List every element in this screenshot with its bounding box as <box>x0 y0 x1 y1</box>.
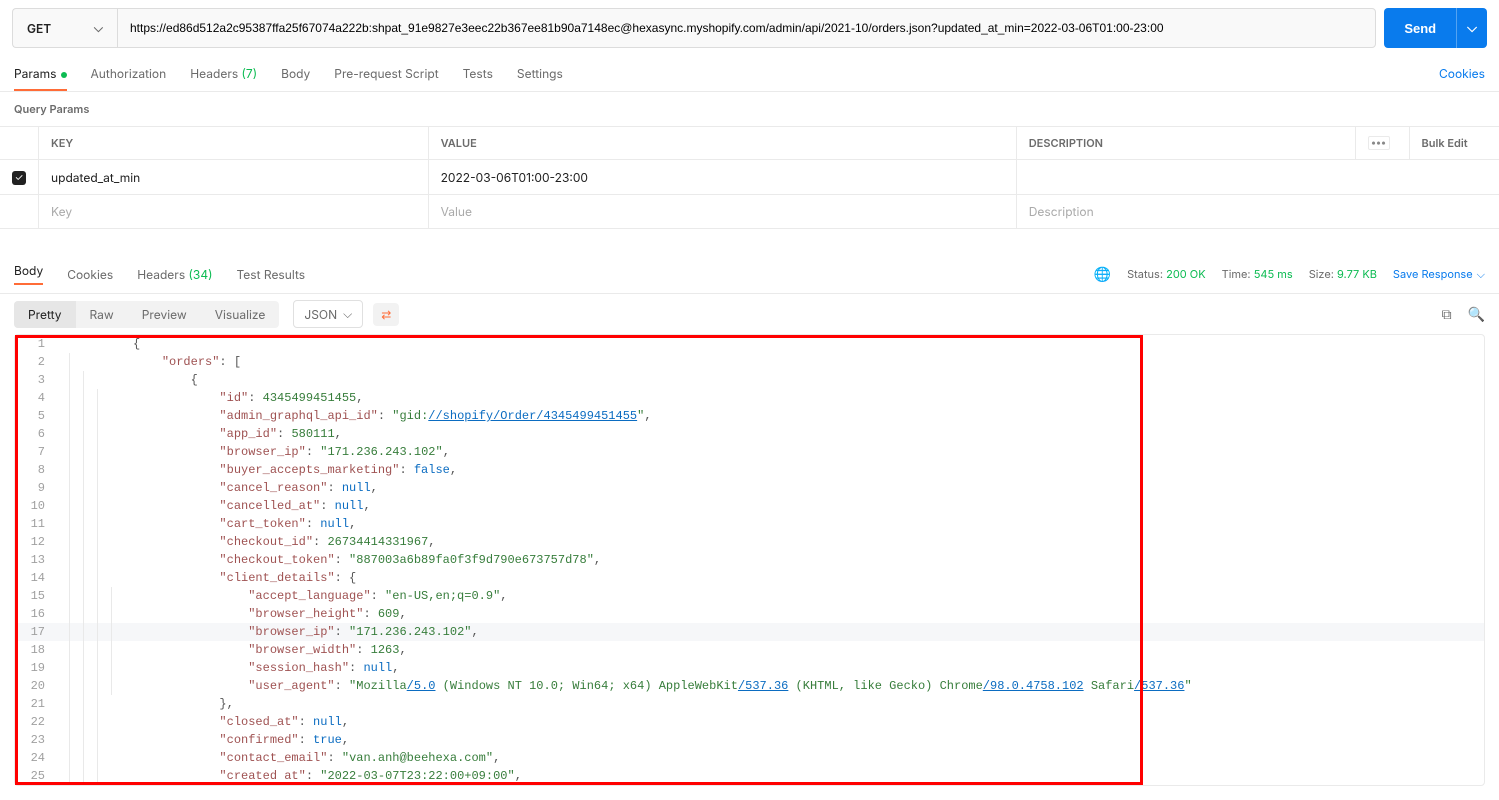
param-checkbox[interactable]: ✓ <box>12 171 26 185</box>
tab-params[interactable]: Params <box>14 56 67 91</box>
param-key[interactable]: updated_at_min <box>39 160 429 195</box>
response-body[interactable]: 1{ 2 "orders": [ 3 { 4 "id": 43454994514… <box>14 334 1485 786</box>
tab-resp-headers[interactable]: Headers (34) <box>137 267 212 282</box>
tab-resp-cookies[interactable]: Cookies <box>67 267 113 282</box>
view-visualize[interactable]: Visualize <box>201 301 280 328</box>
param-desc-ph[interactable]: Description <box>1016 195 1499 229</box>
view-pretty[interactable]: Pretty <box>14 301 76 328</box>
view-preview[interactable]: Preview <box>128 301 201 328</box>
url-input[interactable] <box>117 8 1376 48</box>
viewer-bar: Pretty Raw Preview Visualize JSON ⌵ ⇄ ⧉ … <box>0 294 1499 334</box>
request-tabs: Params Authorization Headers (7) Body Pr… <box>0 56 1499 92</box>
param-row[interactable]: ✓ updated_at_min 2022-03-06T01:00-23:00 <box>0 160 1499 195</box>
response-tabs: Body Cookies Headers (34) Test Results 🌐… <box>0 255 1499 294</box>
col-description: DESCRIPTION <box>1016 127 1355 160</box>
copy-icon[interactable]: ⧉ <box>1442 306 1452 323</box>
col-value: VALUE <box>428 127 1016 160</box>
query-params-title: Query Params <box>0 92 1499 126</box>
param-description[interactable] <box>1016 160 1499 195</box>
param-value-ph[interactable]: Value <box>428 195 1016 229</box>
wrap-lines-icon[interactable]: ⇄ <box>373 303 399 326</box>
param-key-ph[interactable]: Key <box>39 195 429 229</box>
chevron-down-icon[interactable]: ⌵ <box>1456 8 1487 48</box>
tab-tests[interactable]: Tests <box>463 56 493 91</box>
save-response-button[interactable]: Save Response ⌵ <box>1393 267 1485 282</box>
params-active-dot <box>61 72 67 78</box>
tab-prerequest[interactable]: Pre-request Script <box>334 56 438 91</box>
send-label: Send <box>1384 21 1456 36</box>
globe-icon[interactable]: 🌐 <box>1094 266 1111 283</box>
param-row-new[interactable]: Key Value Description <box>0 195 1499 229</box>
tab-resp-tests[interactable]: Test Results <box>236 267 305 282</box>
bulk-edit-button[interactable]: Bulk Edit <box>1409 127 1499 160</box>
size-value: 9.77 KB <box>1337 267 1377 281</box>
more-icon[interactable]: ••• <box>1368 136 1390 150</box>
method-select[interactable]: GET ⌵ <box>12 8 117 48</box>
tab-authorization[interactable]: Authorization <box>91 56 167 91</box>
status-value: 200 OK <box>1166 267 1205 281</box>
query-params-table: KEY VALUE DESCRIPTION ••• Bulk Edit ✓ up… <box>0 126 1499 229</box>
request-bar: GET ⌵ Send ⌵ <box>0 0 1499 56</box>
tab-headers[interactable]: Headers (7) <box>190 56 257 91</box>
cookies-link[interactable]: Cookies <box>1439 56 1485 91</box>
chevron-down-icon: ⌵ <box>1477 267 1485 282</box>
tab-resp-body[interactable]: Body <box>14 263 43 285</box>
col-key: KEY <box>39 127 429 160</box>
tab-body[interactable]: Body <box>281 56 310 91</box>
format-select[interactable]: JSON ⌵ <box>293 300 363 328</box>
chevron-down-icon: ⌵ <box>343 306 352 322</box>
send-button[interactable]: Send ⌵ <box>1384 8 1487 48</box>
tab-settings[interactable]: Settings <box>517 56 563 91</box>
view-raw[interactable]: Raw <box>76 301 128 328</box>
chevron-down-icon: ⌵ <box>94 20 103 36</box>
search-icon[interactable]: 🔍 <box>1468 306 1485 323</box>
method-label: GET <box>27 21 51 36</box>
time-value: 545 ms <box>1254 267 1293 281</box>
param-value[interactable]: 2022-03-06T01:00-23:00 <box>428 160 1016 195</box>
